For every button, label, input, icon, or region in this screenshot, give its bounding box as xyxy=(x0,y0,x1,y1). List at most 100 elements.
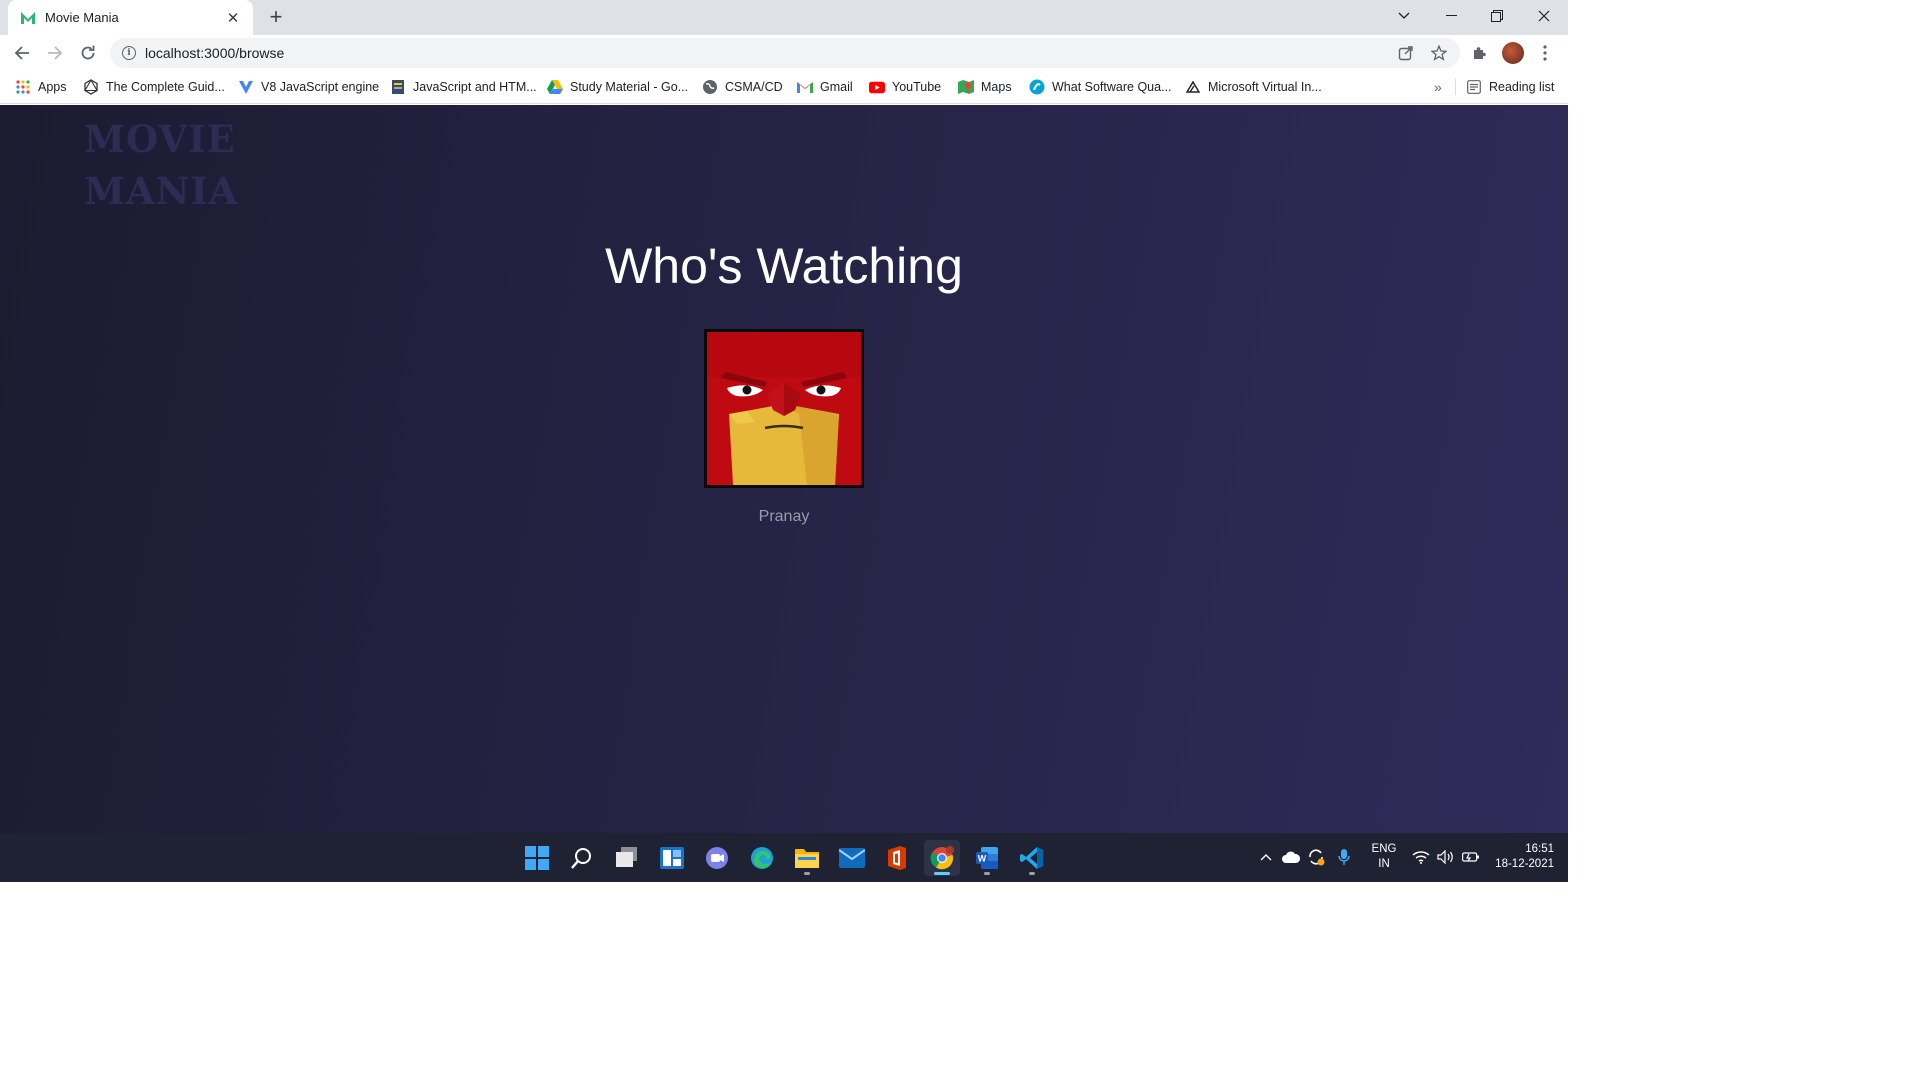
system-clock[interactable]: 16:51 18-12-2021 xyxy=(1486,842,1554,872)
google-drive-icon xyxy=(547,79,563,95)
clock-date: 18-12-2021 xyxy=(1495,858,1554,870)
bookmarks-bar: Apps The Complete Guid... V8 JavaScript … xyxy=(0,71,1568,104)
start-icon[interactable] xyxy=(519,840,555,876)
more-bookmarks-chevron[interactable]: » xyxy=(1434,78,1442,96)
profile-card-avatar[interactable] xyxy=(704,329,864,488)
angry-red-face-avatar xyxy=(707,332,861,485)
running-indicator xyxy=(984,872,990,875)
task-view-icon[interactable] xyxy=(609,840,645,876)
reading-list-button[interactable]: Reading list xyxy=(1466,78,1554,96)
bookmark-software-quality[interactable]: What Software Qua... xyxy=(1029,78,1172,96)
teams-chat-icon[interactable] xyxy=(699,840,735,876)
chrome-icon[interactable] xyxy=(924,840,960,876)
back-arrow-icon[interactable] xyxy=(8,39,36,67)
bookmark-label: Apps xyxy=(38,80,67,94)
bookmark-gmail[interactable]: Gmail xyxy=(797,78,853,96)
widgets-icon[interactable] xyxy=(654,840,690,876)
bookmark-label: CSMA/CD xyxy=(725,80,783,94)
bookmark-youtube[interactable]: YouTube xyxy=(869,78,941,96)
globe-icon xyxy=(702,79,718,95)
movie-mania-logo[interactable]: MOVIE MANIA xyxy=(84,113,239,217)
mail-icon[interactable] xyxy=(834,840,870,876)
apps-grid-icon xyxy=(15,79,31,95)
minimize-icon[interactable] xyxy=(1428,0,1474,32)
user-avatar-image xyxy=(1502,42,1524,64)
bookmark-maps[interactable]: Maps xyxy=(958,78,1012,96)
maps-icon xyxy=(958,79,974,95)
restore-icon[interactable] xyxy=(1474,0,1520,32)
close-window-icon[interactable] xyxy=(1521,0,1567,32)
vscode-icon[interactable] xyxy=(1014,840,1050,876)
bookmark-study-material[interactable]: Study Material - Go... xyxy=(547,78,688,96)
tab-title: Movie Mania xyxy=(45,10,119,25)
bookmark-label: The Complete Guid... xyxy=(106,80,225,94)
bookmark-star-icon[interactable] xyxy=(1431,45,1447,61)
bookmark-label: YouTube xyxy=(892,80,942,94)
bookmark-label: Study Material - Go... xyxy=(570,80,689,94)
share-icon[interactable] xyxy=(1398,45,1414,61)
new-tab-plus-icon[interactable]: + xyxy=(264,4,288,29)
tab-search-chevron-icon[interactable] xyxy=(1381,0,1427,32)
language-region: IN xyxy=(1378,858,1390,870)
forward-arrow-icon[interactable] xyxy=(41,39,69,67)
browser-toolbar: i localhost:3000/browse xyxy=(0,35,1568,71)
show-hidden-icons-chevron[interactable] xyxy=(1256,847,1276,867)
bookmark-label: JavaScript and HTM... xyxy=(413,80,537,94)
extensions-puzzle-icon[interactable] xyxy=(1467,40,1493,66)
svg-text:W: W xyxy=(978,854,987,864)
address-bar[interactable]: i localhost:3000/browse xyxy=(110,38,1460,68)
bookmark-label: Gmail xyxy=(820,80,853,94)
windows-taskbar: W ENG IN 16:51 18-12-2021 xyxy=(0,833,1568,882)
language-code: ENG xyxy=(1371,843,1397,855)
bookmark-page-icon xyxy=(390,79,406,95)
bookmark-microsoft-virtual[interactable]: Microsoft Virtual In... xyxy=(1185,78,1322,96)
bookmarks-divider xyxy=(1455,79,1456,95)
bookmark-complete-guide[interactable]: The Complete Guid... xyxy=(83,78,225,96)
movie-mania-m-icon xyxy=(20,10,36,26)
bookmark-apps[interactable]: Apps xyxy=(15,78,67,96)
browser-tab-strip: Movie Mania ✕ + xyxy=(0,0,1568,35)
logo-line-1: MOVIE xyxy=(84,117,236,161)
v8-icon xyxy=(238,79,254,95)
bookmark-blue-icon xyxy=(1029,79,1045,95)
profile-name[interactable]: Pranay xyxy=(0,508,1568,526)
gmail-icon xyxy=(797,79,813,95)
bookmark-javascript-html[interactable]: JavaScript and HTM... xyxy=(390,78,537,96)
tab-close-icon[interactable]: ✕ xyxy=(225,9,241,27)
file-explorer-icon[interactable] xyxy=(789,840,825,876)
chrome-menu-kebab-icon[interactable] xyxy=(1532,40,1558,66)
bookmark-csma-cd[interactable]: CSMA/CD xyxy=(702,78,783,96)
page-title: Who's Watching xyxy=(605,238,963,294)
search-icon[interactable] xyxy=(564,840,600,876)
browser-tab[interactable]: Movie Mania ✕ xyxy=(8,0,253,35)
logo-line-2: MANIA xyxy=(84,169,239,213)
sync-icon[interactable] xyxy=(1306,847,1326,867)
wifi-icon[interactable] xyxy=(1411,847,1431,867)
graphql-icon xyxy=(83,79,99,95)
address-url: localhost:3000/browse xyxy=(145,45,285,61)
triangle-icon xyxy=(1185,79,1201,95)
reading-list-label: Reading list xyxy=(1489,80,1555,94)
bookmark-label: Microsoft Virtual In... xyxy=(1208,80,1322,94)
input-language-indicator[interactable]: ENG IN xyxy=(1371,842,1397,872)
word-icon[interactable]: W xyxy=(969,840,1005,876)
bookmark-label: V8 JavaScript engine xyxy=(261,80,380,94)
active-indicator xyxy=(934,872,950,875)
office-icon[interactable] xyxy=(879,840,915,876)
edge-icon[interactable] xyxy=(744,840,780,876)
running-indicator xyxy=(804,872,810,875)
profile-avatar[interactable] xyxy=(1500,40,1526,66)
onedrive-cloud-icon[interactable] xyxy=(1281,847,1301,867)
bookmark-v8[interactable]: V8 JavaScript engine xyxy=(238,78,379,96)
microphone-icon[interactable] xyxy=(1334,847,1354,867)
bookmark-label: Maps xyxy=(981,80,1012,94)
clock-time: 16:51 xyxy=(1525,843,1554,855)
running-indicator xyxy=(1029,872,1035,875)
youtube-icon xyxy=(869,79,885,95)
reading-list-icon xyxy=(1466,79,1482,95)
bookmark-label: What Software Qua... xyxy=(1052,80,1172,94)
volume-icon[interactable] xyxy=(1436,847,1456,867)
reload-icon[interactable] xyxy=(74,39,102,67)
site-info-icon[interactable]: i xyxy=(122,46,136,60)
battery-icon[interactable] xyxy=(1461,847,1481,867)
